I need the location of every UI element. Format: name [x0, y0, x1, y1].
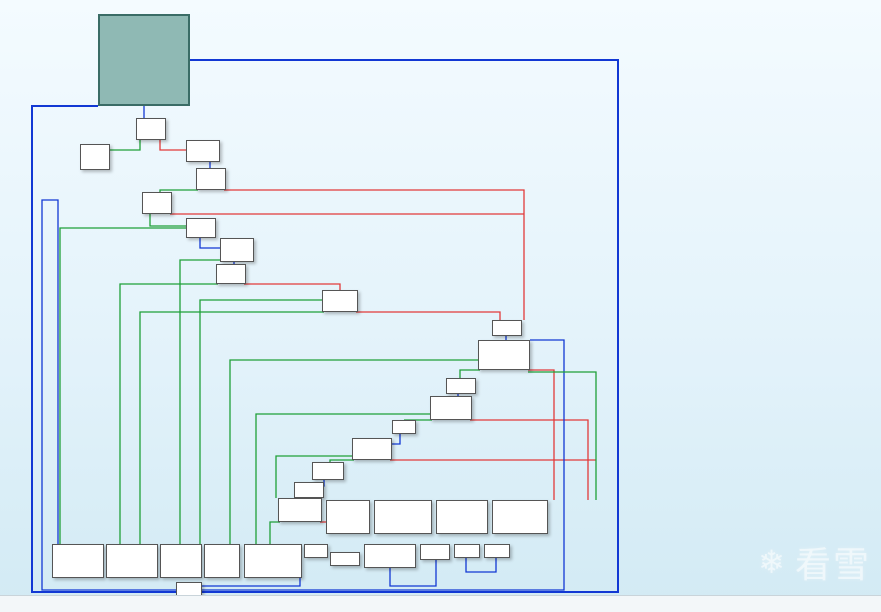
cfg-block[interactable]	[352, 438, 392, 460]
cfg-edge	[528, 370, 554, 500]
cfg-block[interactable]	[312, 462, 344, 480]
cfg-edge	[120, 284, 218, 544]
cfg-block[interactable]	[186, 140, 220, 162]
cfg-canvas[interactable]	[0, 0, 881, 612]
cfg-edge	[466, 558, 496, 572]
cfg-block[interactable]	[374, 500, 432, 534]
cfg-block[interactable]	[304, 544, 328, 558]
cfg-edge	[150, 214, 186, 226]
cfg-block[interactable]	[446, 378, 476, 394]
cfg-block[interactable]	[216, 264, 246, 284]
status-bar	[0, 595, 881, 612]
cfg-block[interactable]	[294, 482, 324, 498]
cfg-block[interactable]	[278, 498, 322, 522]
cfg-block[interactable]	[176, 582, 202, 596]
cfg-block[interactable]	[478, 340, 530, 370]
cfg-block[interactable]	[142, 192, 172, 214]
cfg-edge	[460, 370, 480, 378]
cfg-block[interactable]	[186, 218, 216, 238]
cfg-block[interactable]	[80, 144, 110, 170]
cfg-root-block[interactable]	[98, 14, 190, 106]
cfg-block[interactable]	[436, 500, 488, 534]
cfg-block[interactable]	[220, 238, 254, 262]
cfg-edge	[356, 312, 500, 320]
cfg-block[interactable]	[364, 544, 416, 568]
cfg-block[interactable]	[392, 420, 416, 434]
cfg-block[interactable]	[244, 544, 302, 578]
cfg-block[interactable]	[492, 500, 548, 534]
cfg-block[interactable]	[454, 544, 480, 558]
cfg-block[interactable]	[196, 168, 226, 190]
cfg-edge	[528, 372, 596, 500]
cfg-block[interactable]	[484, 544, 510, 558]
cfg-block[interactable]	[322, 290, 358, 312]
cfg-block[interactable]	[430, 396, 472, 420]
cfg-edge	[200, 238, 220, 248]
cfg-edge	[60, 228, 186, 544]
cfg-block[interactable]	[330, 552, 360, 566]
cfg-block[interactable]	[106, 544, 158, 578]
cfg-block[interactable]	[136, 118, 166, 140]
cfg-block[interactable]	[204, 544, 240, 578]
cfg-block[interactable]	[326, 500, 370, 534]
cfg-block[interactable]	[52, 544, 104, 578]
cfg-block[interactable]	[420, 544, 450, 560]
cfg-block[interactable]	[492, 320, 522, 336]
cfg-edge	[270, 522, 280, 544]
cfg-block[interactable]	[160, 544, 202, 578]
